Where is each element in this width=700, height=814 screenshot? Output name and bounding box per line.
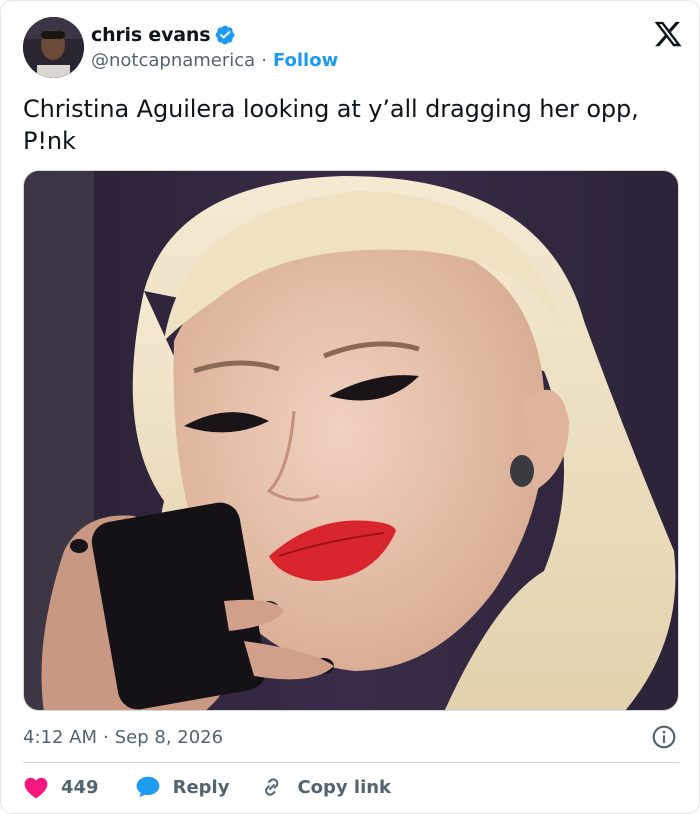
- like-button[interactable]: 449: [23, 775, 99, 799]
- tweet-actions: 449 Reply Copy link: [23, 773, 391, 801]
- info-icon[interactable]: [651, 724, 677, 750]
- tweet-text: Christina Aguilera looking at y’all drag…: [23, 95, 639, 155]
- divider: [23, 762, 679, 763]
- avatar[interactable]: [23, 17, 84, 78]
- copy-link-button[interactable]: Copy link: [259, 775, 391, 799]
- reply-button[interactable]: Reply: [135, 775, 230, 799]
- tweet-card: chris evans @notcapnamerica · Follow Chr…: [0, 0, 700, 814]
- tweet-meta: 4:12 AM · Sep 8, 2026: [23, 724, 679, 750]
- tweet-time[interactable]: 4:12 AM: [23, 727, 97, 748]
- display-name[interactable]: chris evans: [91, 24, 211, 46]
- like-count: 449: [61, 776, 99, 798]
- verified-badge-icon: [215, 25, 235, 45]
- meta-separator: ·: [103, 726, 109, 748]
- avatar-photo: [23, 17, 84, 78]
- reply-label: Reply: [172, 776, 230, 798]
- heart-icon: [24, 777, 48, 799]
- link-icon: [265, 778, 279, 796]
- tweet-date[interactable]: Sep 8, 2026: [115, 727, 223, 748]
- handle-row: @notcapnamerica · Follow: [91, 50, 338, 71]
- speech-bubble-icon: [136, 776, 159, 798]
- photo-woman-with-phone: [24, 171, 678, 710]
- name-row: chris evans: [91, 23, 338, 47]
- follow-button[interactable]: Follow: [273, 50, 338, 71]
- handle-separator: ·: [261, 50, 267, 71]
- tweet-header: chris evans @notcapnamerica · Follow: [23, 17, 683, 79]
- copy-link-label: Copy link: [297, 776, 392, 798]
- handle[interactable]: @notcapnamerica: [91, 50, 255, 71]
- user-info: chris evans @notcapnamerica · Follow: [91, 23, 338, 71]
- tweet-photo[interactable]: [23, 170, 679, 711]
- x-logo-icon[interactable]: [653, 19, 683, 49]
